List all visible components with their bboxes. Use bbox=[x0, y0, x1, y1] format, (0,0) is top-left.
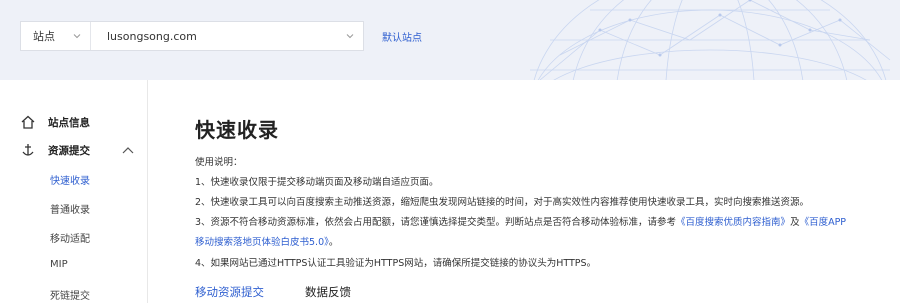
sidebar-sub-normal-index[interactable]: 普通收录 bbox=[50, 201, 90, 216]
sidebar-item-site-info[interactable]: 站点信息 bbox=[20, 114, 90, 130]
usage-line-1: 1、快速收录仅限于提交移动端页面及移动端自适应页面。 bbox=[195, 177, 439, 188]
sidebar-sub-fast-index[interactable]: 快速收录 bbox=[50, 172, 90, 187]
main-content: 快速收录 使用说明： 1、快速收录仅限于提交移动端页面及移动端自适应页面。 2、… bbox=[149, 80, 900, 303]
sidebar-item-resource-submit[interactable]: 资源提交 bbox=[20, 142, 90, 158]
whitepaper-link-part2[interactable]: 移动搜索落地页体验白皮书5.0》 bbox=[195, 237, 329, 248]
tab-mobile-resource-submit[interactable]: 移动资源提交 bbox=[195, 284, 264, 300]
usage-line-3-text: 3、资源不符合移动资源标准，依然会占用配额，请您谨慎选择提交类型。判断站点是否符… bbox=[195, 217, 677, 228]
usage-line-3: 3、资源不符合移动资源标准，依然会占用配额，请您谨慎选择提交类型。判断站点是否符… bbox=[195, 214, 846, 228]
sidebar-item-label: 资源提交 bbox=[48, 144, 90, 157]
usage-line-2: 2、快速收录工具可以向百度搜索主动推送资源，缩短爬虫发现网站链接的时间，对于高实… bbox=[195, 197, 810, 208]
site-domain-value: lusongsong.com bbox=[107, 29, 197, 43]
usage-line-3-and: 及 bbox=[790, 217, 800, 228]
chevron-down-icon bbox=[73, 34, 81, 39]
site-domain-dropdown[interactable]: lusongsong.com bbox=[91, 22, 363, 50]
usage-line-4: 4、如果网站已通过HTTPS认证工具验证为HTTPS网站，请确保所提交链接的协议… bbox=[195, 258, 597, 269]
usage-line-3-cont: 移动搜索落地页体验白皮书5.0》。 bbox=[195, 234, 338, 248]
whitepaper-link-part1[interactable]: 《百度APP bbox=[800, 217, 846, 228]
tab-data-feedback[interactable]: 数据反馈 bbox=[305, 284, 351, 300]
site-type-label: 站点 bbox=[33, 30, 55, 43]
sidebar: 站点信息 资源提交 快速收录 普通收录 移动适配 MIP 死链提交 bbox=[0, 80, 148, 303]
default-site-link[interactable]: 默认站点 bbox=[382, 29, 422, 44]
sidebar-sub-dead-link[interactable]: 死链提交 bbox=[50, 287, 90, 302]
site-selector: 站点 lusongsong.com bbox=[20, 21, 364, 51]
quality-guide-link[interactable]: 《百度搜索优质内容指南》 bbox=[676, 217, 790, 228]
chevron-down-icon bbox=[346, 34, 354, 39]
sidebar-sub-mobile-adapt[interactable]: 移动适配 bbox=[50, 230, 90, 245]
home-icon bbox=[21, 115, 35, 129]
anchor-icon bbox=[22, 144, 34, 156]
usage-line-3-end: 。 bbox=[328, 237, 339, 248]
top-bar: 站点 lusongsong.com 默认站点 bbox=[0, 0, 900, 80]
site-type-dropdown[interactable]: 站点 bbox=[21, 22, 91, 50]
usage-heading: 使用说明： bbox=[195, 157, 243, 168]
sidebar-item-label: 站点信息 bbox=[48, 116, 90, 129]
chevron-up-icon[interactable] bbox=[122, 146, 134, 156]
page-title: 快速收录 bbox=[195, 118, 279, 142]
globe-decoration bbox=[530, 0, 891, 80]
sidebar-sub-mip[interactable]: MIP bbox=[50, 259, 68, 270]
